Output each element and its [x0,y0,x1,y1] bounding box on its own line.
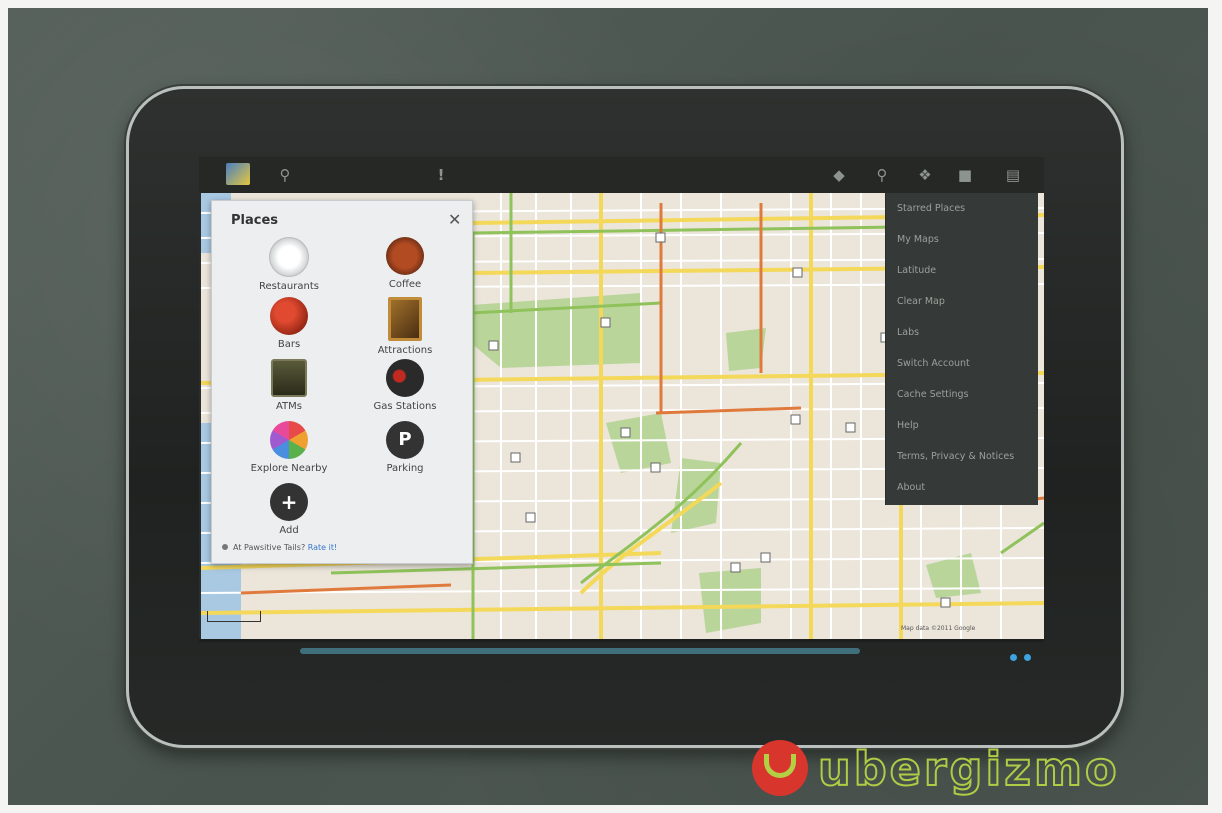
map-attribution: Map data ©2011 Google [901,625,976,632]
coffee-cup-icon [386,237,424,275]
action-bar: ⚲ ! ◆ ⚲ ❖ ■ ▤ [199,157,1044,193]
place-label: Explore Nearby [250,463,328,474]
atm-icon [271,359,307,397]
place-coffee[interactable]: Coffee [350,237,460,290]
menu-item-starred-places[interactable]: Starred Places [886,193,1038,224]
status-indicator-icon [1010,654,1017,661]
places-panel: Places ✕ Restaurants Coffee Bars Attract… [211,200,473,564]
place-add[interactable]: + Add [234,483,344,536]
ubergizmo-logo-icon [752,740,808,796]
rate-it-link[interactable]: Rate it! [308,543,337,552]
place-label: Restaurants [259,281,319,292]
menu-item-latitude[interactable]: Latitude [886,255,1038,286]
places-title: Places [231,213,279,228]
tablet-edge [300,648,860,654]
place-attractions[interactable]: Attractions [350,297,460,356]
place-bars[interactable]: Bars [234,297,344,350]
place-label: Coffee [388,279,422,290]
menu-item-clear-map[interactable]: Clear Map [886,286,1038,317]
pinwheel-icon [270,421,308,459]
map-scale-bar [207,611,261,622]
exclamation-icon[interactable]: ! [431,165,451,185]
place-label: Add [279,525,299,536]
place-gas-stations[interactable]: Gas Stations [350,359,460,412]
maps-app-icon[interactable] [226,163,250,185]
painting-icon [388,297,422,341]
add-icon: + [270,483,308,521]
menu-item-terms[interactable]: Terms, Privacy & Notices [886,441,1038,472]
layers-icon[interactable]: ■ [955,165,975,185]
place-restaurants[interactable]: Restaurants [234,237,344,292]
location-dot-icon [222,544,228,550]
place-label: Attractions [377,345,433,356]
parking-icon: P [386,421,424,459]
menu-item-cache-settings[interactable]: Cache Settings [886,379,1038,410]
watermark: ubergizmo [752,738,1192,797]
rate-prompt-text: At Pawsitive Tails? [233,543,306,552]
menu-icon[interactable]: ▤ [1003,165,1023,185]
place-label: ATMs [275,401,302,412]
place-atms[interactable]: ATMs [234,359,344,412]
rate-prompt: At Pawsitive Tails? Rate it! [222,543,337,552]
menu-item-switch-account[interactable]: Switch Account [886,348,1038,379]
tablet-screen: ⚲ ! ◆ ⚲ ❖ ■ ▤ Map data ©2011 Google Plac… [199,157,1044,642]
bar-glass-icon [270,297,308,335]
place-label: Bars [277,339,301,350]
close-icon[interactable]: ✕ [448,210,461,229]
menu-item-help[interactable]: Help [886,410,1038,441]
system-bar [199,639,1044,642]
search-icon[interactable]: ⚲ [275,165,295,185]
menu-item-about[interactable]: About [886,472,1038,503]
directions-icon[interactable]: ❖ [915,165,935,185]
overflow-menu: Starred Places My Maps Latitude Clear Ma… [885,193,1038,505]
place-explore-nearby[interactable]: Explore Nearby [234,421,344,474]
my-location-icon[interactable]: ◆ [829,165,849,185]
menu-item-labs[interactable]: Labs [886,317,1038,348]
gas-pump-icon [386,359,424,397]
plate-icon [269,237,309,277]
place-label: Gas Stations [373,401,437,412]
watermark-text: ubergizmo [817,741,1120,797]
place-label: Parking [386,463,424,474]
place-parking[interactable]: P Parking [350,421,460,474]
menu-item-my-maps[interactable]: My Maps [886,224,1038,255]
places-pin-icon[interactable]: ⚲ [872,165,892,185]
status-indicator-icon [1024,654,1031,661]
